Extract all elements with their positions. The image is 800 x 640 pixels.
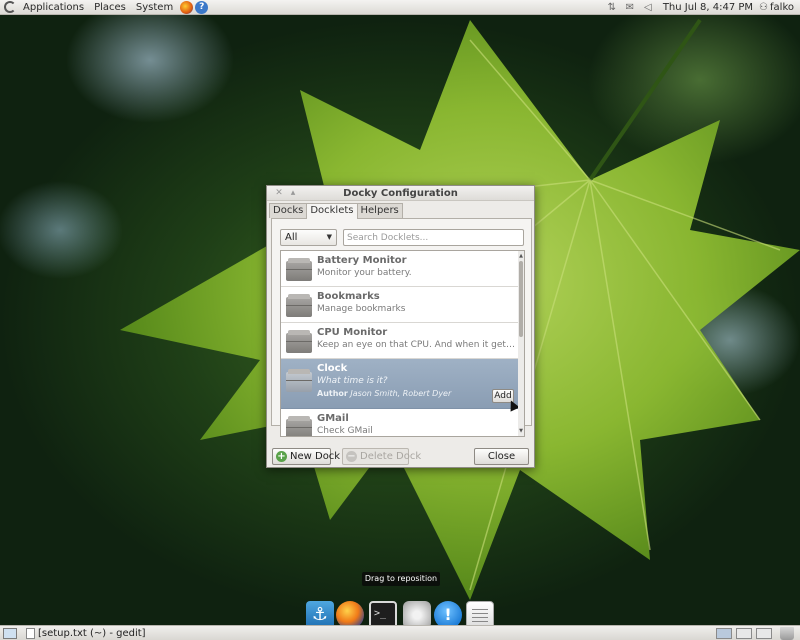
ubuntu-logo-icon <box>4 1 16 13</box>
tab-helpers[interactable]: Helpers <box>356 203 403 218</box>
tab-bar: Docks Docklets Helpers <box>269 203 403 219</box>
docklet-name: Clock <box>317 363 348 374</box>
menu-system[interactable]: System <box>131 0 178 15</box>
new-dock-label: New Dock <box>290 451 341 462</box>
show-desktop-icon[interactable] <box>3 628 17 639</box>
user-menu[interactable]: falko <box>768 2 800 13</box>
docky-configuration-dialog: ✕ ▴ Docky Configuration Docks Docklets H… <box>266 185 535 468</box>
docklet-row-bookmarks[interactable]: Bookmarks Manage bookmarks <box>281 287 518 323</box>
list-scrollbar[interactable]: ▲ ▼ <box>518 251 524 436</box>
docklets-panel: All ▼ Battery Monitor Monitor your batte… <box>271 218 532 437</box>
dialog-titlebar[interactable]: ✕ ▴ Docky Configuration <box>267 186 534 201</box>
workspace-1[interactable] <box>716 628 732 639</box>
plus-icon: + <box>276 451 287 462</box>
docklet-row-clock[interactable]: Clock What time is it? Author Jason Smit… <box>281 359 520 412</box>
help-launcher-icon[interactable]: ? <box>195 0 209 14</box>
tab-docks[interactable]: Docks <box>269 203 308 218</box>
document-icon <box>26 628 35 639</box>
trash-icon[interactable] <box>780 627 794 640</box>
close-button[interactable]: Close <box>474 448 529 465</box>
scroll-down-icon[interactable]: ▼ <box>518 427 524 435</box>
close-window-icon[interactable]: ✕ <box>273 186 285 201</box>
docklet-row-gmail[interactable]: GMail Check GMail <box>281 409 518 436</box>
bottom-panel: [setup.txt (~) - gedit] <box>0 625 800 640</box>
package-icon <box>286 258 312 281</box>
docklet-name: GMail <box>317 413 349 424</box>
network-icon[interactable]: ⇅ <box>603 2 621 13</box>
docklet-description: What time is it? <box>317 376 388 386</box>
docklet-name: Bookmarks <box>317 291 380 302</box>
docklet-description: Check GMail <box>317 426 373 436</box>
docklet-row-cpu-monitor[interactable]: CPU Monitor Keep an eye on that CPU. And… <box>281 323 518 359</box>
workspace-3[interactable] <box>756 628 772 639</box>
taskbar-item-label: [setup.txt (~) - gedit] <box>38 628 146 639</box>
filter-dropdown-value: All <box>285 232 298 243</box>
scrollbar-thumb[interactable] <box>519 261 523 337</box>
menu-applications[interactable]: Applications <box>18 0 89 15</box>
chevron-down-icon: ▼ <box>326 233 332 241</box>
search-input[interactable] <box>343 229 524 246</box>
docklet-name: CPU Monitor <box>317 327 388 338</box>
user-icon: ⚇ <box>759 1 769 13</box>
menu-places[interactable]: Places <box>89 0 131 15</box>
docklet-description: Keep an eye on that CPU. And when it get… <box>317 340 515 350</box>
author-names: Jason Smith, Robert Dyer <box>350 389 452 398</box>
package-icon <box>286 369 312 392</box>
minimize-window-icon[interactable]: ▴ <box>287 186 299 201</box>
docklet-author: Author Jason Smith, Robert Dyer <box>317 389 451 398</box>
docklet-description: Monitor your battery. <box>317 268 412 278</box>
author-label: Author <box>317 389 348 398</box>
tab-docklets[interactable]: Docklets <box>306 203 358 219</box>
docklet-list: Battery Monitor Monitor your battery. Bo… <box>280 250 525 437</box>
clock[interactable]: Thu Jul 8, 4:47 PM <box>657 2 759 13</box>
volume-icon[interactable]: ◁ <box>639 2 657 13</box>
system-tray: ⇅ ✉ ◁ Thu Jul 8, 4:47 PM ⚇ falko <box>603 0 800 15</box>
delete-dock-button[interactable]: − Delete Dock <box>342 448 421 465</box>
docklet-description: Manage bookmarks <box>317 304 406 314</box>
minus-icon: − <box>346 451 357 462</box>
delete-dock-label: Delete Dock <box>360 451 422 462</box>
firefox-launcher-icon[interactable] <box>180 0 194 14</box>
new-dock-button[interactable]: + New Dock <box>272 448 340 465</box>
filter-dropdown[interactable]: All ▼ <box>280 229 337 246</box>
dialog-title: Docky Configuration <box>343 188 458 199</box>
mail-icon[interactable]: ✉ <box>621 2 639 13</box>
dock-tooltip: Drag to reposition <box>362 572 440 586</box>
scroll-up-icon[interactable]: ▲ <box>518 252 524 260</box>
package-icon <box>286 330 312 353</box>
package-icon <box>286 294 312 317</box>
top-panel: Applications Places System ? ⇅ ✉ ◁ Thu J… <box>0 0 800 15</box>
taskbar-item-gedit[interactable]: [setup.txt (~) - gedit] <box>26 627 146 640</box>
package-icon <box>286 416 312 436</box>
docklet-row-battery-monitor[interactable]: Battery Monitor Monitor your battery. <box>281 251 518 287</box>
docklet-name: Battery Monitor <box>317 255 407 266</box>
workspace-2[interactable] <box>736 628 752 639</box>
